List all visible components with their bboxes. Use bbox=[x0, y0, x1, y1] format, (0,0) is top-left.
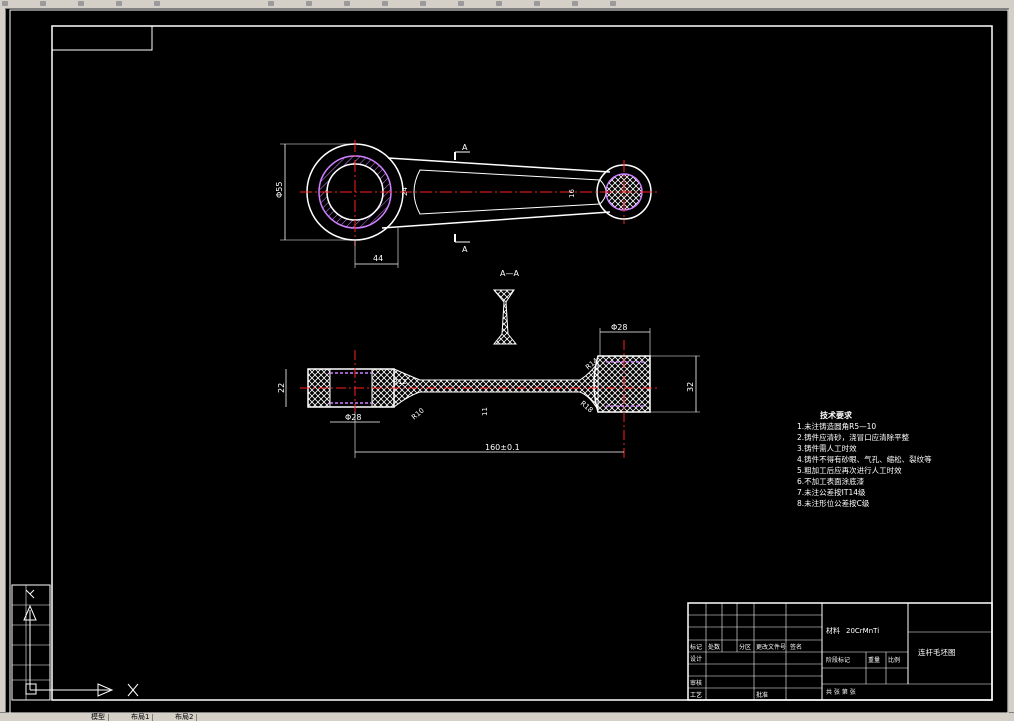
toolbar-button[interactable] bbox=[2, 1, 8, 6]
note-item: 3.铸件需人工时效 bbox=[797, 443, 857, 453]
toolbar-button[interactable] bbox=[534, 1, 540, 6]
toolbar-button[interactable] bbox=[78, 1, 84, 6]
note-item: 6.不加工表面涂底漆 bbox=[797, 476, 865, 486]
cad-drawing: A A Φ55 44 24 16 A—A 22 32 Φ28 Φ28 160±0… bbox=[9, 9, 1009, 715]
technical-notes: 技术要求 1.未注铸造圆角R5—10 2.铸件应清砂，浇冒口应清除平整 3.铸件… bbox=[797, 410, 932, 508]
cut-label-top: A bbox=[462, 143, 468, 152]
note-item: 7.未注公差按IT14级 bbox=[797, 487, 866, 497]
title-label-check: 审核 bbox=[690, 679, 702, 687]
note-item: 4.铸件不得有砂眼、气孔、缩松、裂纹等 bbox=[797, 454, 932, 464]
toolbar-button[interactable] bbox=[40, 1, 46, 6]
weight-label: 重量 bbox=[868, 656, 880, 664]
note-item: 5.粗加工后应再次进行人工时效 bbox=[797, 465, 902, 475]
section-title: A—A bbox=[500, 269, 519, 278]
title-label-approve: 批准 bbox=[756, 691, 768, 699]
material-label: 材料 bbox=[826, 626, 840, 635]
title-header-count: 处数 bbox=[708, 643, 720, 651]
dim-phi-eye: Φ28 bbox=[611, 323, 627, 332]
material-value: 20CrMnTi bbox=[846, 627, 879, 635]
dim-22: 22 bbox=[277, 383, 286, 393]
note-item: 1.未注铸造圆角R5—10 bbox=[797, 421, 876, 431]
dim-length: 160±0.1 bbox=[485, 443, 520, 452]
title-header-mark: 标记 bbox=[690, 643, 702, 651]
dim-r12: R12 bbox=[393, 378, 407, 386]
drawing-number-box bbox=[51, 25, 153, 51]
title-label-process: 工艺 bbox=[690, 691, 702, 699]
dim-phi55: Φ55 bbox=[275, 182, 284, 198]
dim-phi-bore: Φ28 bbox=[345, 413, 361, 422]
toolbar-button[interactable] bbox=[572, 1, 578, 6]
section-a-a: A—A bbox=[492, 269, 519, 345]
part-name: 连杆毛坯图 bbox=[918, 647, 956, 657]
note-item: 2.铸件应清砂，浇冒口应清除平整 bbox=[797, 432, 910, 442]
drawing-canvas[interactable]: A A Φ55 44 24 16 A—A 22 32 Φ28 Φ28 160±0… bbox=[5, 8, 1009, 715]
sheet-inner-border bbox=[51, 25, 993, 701]
toolbar-button[interactable] bbox=[116, 1, 122, 6]
dim-32: 32 bbox=[686, 382, 695, 392]
sheets-label: 共 张 第 张 bbox=[826, 688, 856, 696]
dim-r10: R10 bbox=[410, 407, 426, 422]
revision-strip bbox=[11, 584, 51, 701]
toolbar-button[interactable] bbox=[458, 1, 464, 6]
scale-label: 比例 bbox=[888, 656, 900, 664]
title-header-zone: 分区 bbox=[739, 643, 751, 651]
notes-title: 技术要求 bbox=[820, 410, 853, 420]
tab-layout1[interactable]: 布局1 bbox=[128, 714, 154, 721]
stage-label: 阶段标记 bbox=[826, 656, 850, 664]
layout-tabs-bar: 模型 布局1 布局2 bbox=[0, 712, 1014, 721]
dim-11: 11 bbox=[481, 407, 489, 416]
dim-16: 16 bbox=[568, 189, 576, 198]
toolbar-button[interactable] bbox=[382, 1, 388, 6]
tab-layout2[interactable]: 布局2 bbox=[172, 714, 198, 721]
toolbar-button[interactable] bbox=[306, 1, 312, 6]
toolbar-button[interactable] bbox=[154, 1, 160, 6]
tab-model[interactable]: 模型 bbox=[88, 714, 109, 721]
dim-44: 44 bbox=[373, 254, 383, 263]
toolbar-button[interactable] bbox=[496, 1, 502, 6]
note-item: 8.未注形位公差按C级 bbox=[797, 498, 870, 508]
title-header-file: 更改文件号 bbox=[756, 643, 786, 651]
title-header-sign: 签名 bbox=[790, 643, 802, 651]
toolbar-button[interactable] bbox=[344, 1, 350, 6]
top-view: A A Φ55 44 24 16 bbox=[275, 140, 660, 268]
cut-label-bottom: A bbox=[462, 245, 468, 254]
toolbar-button[interactable] bbox=[420, 1, 426, 6]
sheet-outer-border bbox=[9, 9, 1009, 715]
front-view: 22 32 Φ28 Φ28 160±0.1 11 R12 R10 R14 R18 bbox=[277, 323, 700, 460]
dim-24: 24 bbox=[401, 187, 409, 196]
title-label-design: 设计 bbox=[690, 655, 702, 663]
toolbar-button[interactable] bbox=[610, 1, 616, 6]
toolbar-button[interactable] bbox=[268, 1, 274, 6]
